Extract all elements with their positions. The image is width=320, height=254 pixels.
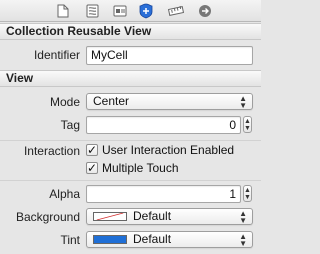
size-inspector-tab[interactable]: [168, 3, 184, 19]
stepper-up-icon[interactable]: ▲: [244, 187, 251, 194]
multiple-touch-checkbox[interactable]: ✓: [86, 162, 98, 174]
popup-arrows-icon: ▲ ▼: [239, 209, 247, 225]
popup-arrows-icon: ▲ ▼: [239, 94, 247, 110]
identity-inspector-tab[interactable]: [112, 3, 128, 19]
multiple-touch-label: Multiple Touch: [102, 161, 179, 175]
view-section-header: View: [0, 70, 261, 87]
mode-popup[interactable]: Center ▲ ▼: [86, 93, 253, 110]
ruler-icon: [168, 6, 184, 16]
user-interaction-checkbox[interactable]: ✓: [86, 144, 98, 156]
section-divider: [0, 180, 261, 181]
identifier-label: Identifier: [33, 48, 80, 62]
collection-reusable-view-header: Collection Reusable View: [0, 23, 261, 40]
file-inspector-tab[interactable]: [55, 3, 71, 19]
background-color-popup[interactable]: Default ▲ ▼: [86, 208, 253, 225]
inspector-tab-bar: [0, 0, 261, 22]
alpha-field[interactable]: 1: [86, 185, 241, 203]
connections-inspector-tab[interactable]: [197, 3, 213, 19]
quick-help-tab[interactable]: [84, 3, 100, 19]
default-color-swatch-icon: [93, 212, 127, 221]
attributes-inspector-tab[interactable]: [138, 3, 154, 19]
alpha-label: Alpha: [49, 187, 80, 201]
tag-stepper[interactable]: ▲ ▼: [243, 116, 252, 133]
alpha-stepper[interactable]: ▲ ▼: [243, 185, 252, 202]
mode-label: Mode: [49, 95, 80, 109]
background-value: Default: [133, 209, 172, 223]
stepper-up-icon[interactable]: ▲: [244, 118, 251, 125]
user-interaction-label: User Interaction Enabled: [102, 143, 235, 157]
interaction-label: Interaction: [23, 144, 80, 158]
tag-field[interactable]: 0: [86, 116, 241, 134]
stepper-down-icon[interactable]: ▼: [244, 125, 251, 132]
file-icon: [57, 4, 69, 18]
background-label: Background: [15, 210, 80, 224]
attributes-icon: [139, 3, 153, 19]
section-divider: [0, 140, 261, 141]
popup-arrows-icon: ▲ ▼: [239, 232, 247, 248]
tint-label: Tint: [60, 233, 80, 247]
identifier-field[interactable]: MyCell: [86, 46, 253, 65]
tag-label: Tag: [60, 118, 80, 132]
tint-value: Default: [133, 232, 172, 246]
connections-icon: [199, 5, 211, 17]
tint-color-swatch-icon: [93, 235, 127, 244]
mode-value: Center: [93, 94, 130, 108]
stepper-down-icon[interactable]: ▼: [244, 194, 251, 201]
quick-help-icon: [86, 4, 98, 18]
identity-icon: [113, 5, 127, 17]
tint-color-popup[interactable]: Default ▲ ▼: [86, 231, 253, 248]
